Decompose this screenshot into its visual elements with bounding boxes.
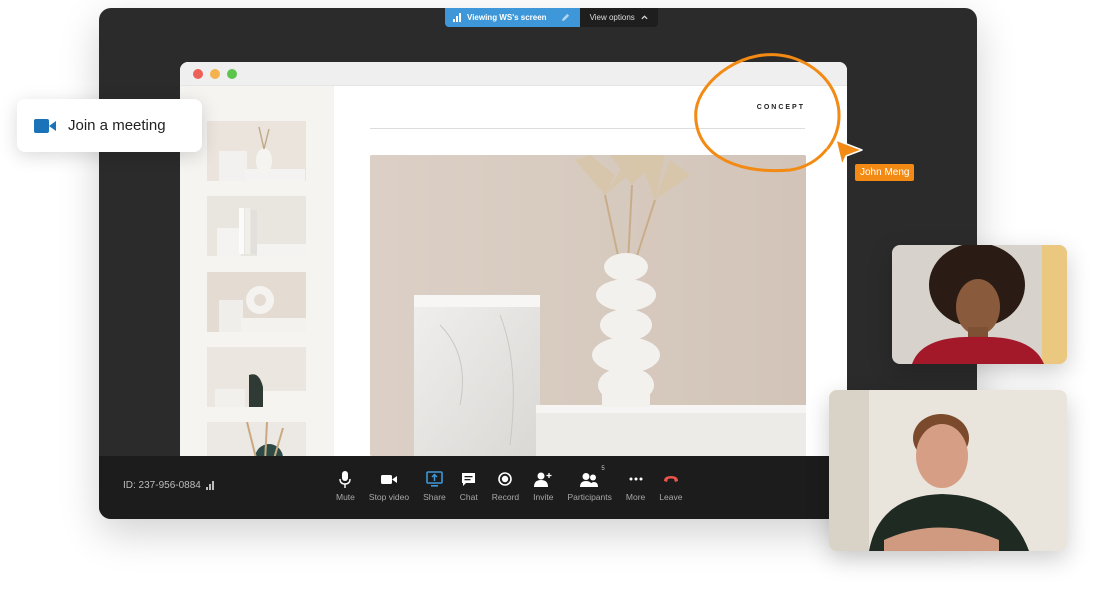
- toolbar-actions: Mute Stop video Share Chat Record Invite: [329, 466, 689, 502]
- slide-thumbnail-panel: [180, 86, 334, 456]
- participant-video-woman: [892, 245, 1067, 364]
- connection-signal-icon: [205, 481, 214, 490]
- slide-thumbnail[interactable]: [207, 196, 306, 256]
- record-label: Record: [491, 492, 520, 502]
- participant-video-tile[interactable]: [829, 390, 1067, 551]
- participant-count-badge: 5: [601, 466, 605, 472]
- view-options-button[interactable]: View options: [579, 8, 658, 27]
- slide-thumbnail[interactable]: [207, 121, 306, 181]
- share-banner: Viewing WS's screen View options: [445, 8, 658, 27]
- more-button[interactable]: More: [619, 470, 652, 502]
- record-button[interactable]: Record: [485, 470, 526, 502]
- cursor-name-tag: John Meng: [855, 164, 915, 181]
- record-icon: [498, 470, 513, 488]
- document-heading: CONCEPT: [756, 104, 805, 111]
- participants-icon: 5: [579, 466, 605, 488]
- microphone-icon: [339, 470, 352, 488]
- chevron-up-icon: [641, 15, 648, 20]
- join-meeting-button[interactable]: Join a meeting: [17, 99, 202, 152]
- chat-label: Chat: [459, 492, 478, 502]
- invite-user-icon: [534, 470, 552, 488]
- slide-hero-image: [370, 155, 806, 456]
- slide-thumbnail[interactable]: [207, 422, 306, 456]
- slide-thumbnail[interactable]: [207, 272, 306, 332]
- stop-video-label: Stop video: [368, 492, 410, 502]
- view-options-label: View options: [589, 13, 635, 22]
- meeting-id: ID: 237-956-0884: [123, 480, 214, 491]
- more-label: More: [625, 492, 646, 502]
- heading-divider: [370, 128, 805, 129]
- participant-video-tile[interactable]: [892, 245, 1067, 364]
- pencil-icon[interactable]: [561, 13, 570, 22]
- participants-button[interactable]: 5 Participants: [560, 466, 618, 502]
- more-icon: [629, 470, 643, 488]
- signal-icon: [453, 13, 461, 22]
- share-label: Share: [423, 492, 446, 502]
- share-screen-icon: [426, 470, 443, 488]
- slide-thumbnail[interactable]: [207, 347, 306, 407]
- meeting-id-text: ID: 237-956-0884: [123, 480, 201, 491]
- share-button[interactable]: Share: [416, 470, 453, 502]
- participants-label: Participants: [567, 492, 612, 502]
- viewing-label: Viewing WS's screen: [467, 13, 547, 22]
- invite-label: Invite: [533, 492, 554, 502]
- shared-app-window: CONCEPT: [180, 62, 847, 456]
- video-camera-icon: [34, 118, 56, 133]
- leave-button[interactable]: Leave: [652, 470, 689, 502]
- invite-button[interactable]: Invite: [526, 470, 560, 502]
- minimize-window-button[interactable]: [210, 68, 220, 79]
- maximize-window-button[interactable]: [227, 68, 237, 79]
- chat-button[interactable]: Chat: [453, 470, 485, 502]
- viewing-indicator: Viewing WS's screen: [445, 8, 580, 27]
- promo-stage: Viewing WS's screen View options CONCEPT…: [0, 0, 1098, 601]
- participant-video-man: [829, 390, 1067, 551]
- chat-icon: [461, 470, 476, 488]
- join-meeting-label: Join a meeting: [68, 117, 166, 134]
- mute-button[interactable]: Mute: [329, 470, 362, 502]
- close-window-button[interactable]: [193, 68, 203, 79]
- stop-video-button[interactable]: Stop video: [362, 470, 416, 502]
- document-canvas: CONCEPT: [334, 86, 847, 456]
- mute-label: Mute: [336, 492, 355, 502]
- window-titlebar: [180, 62, 847, 86]
- video-camera-icon: [380, 470, 397, 488]
- leave-phone-icon: [663, 470, 679, 488]
- leave-label: Leave: [659, 492, 683, 502]
